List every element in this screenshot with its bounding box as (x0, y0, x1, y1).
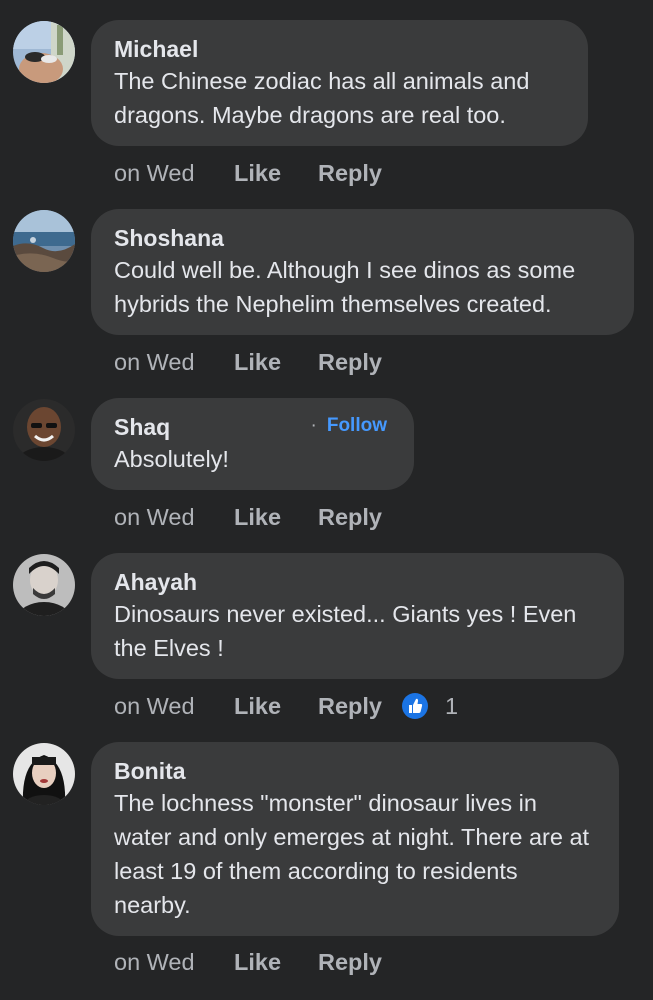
comment-bubble: Shaq Absolutely! · Follow (91, 398, 414, 490)
reply-button[interactable]: Reply (318, 945, 382, 979)
comment-bubble: Michael The Chinese zodiac has all anima… (91, 20, 588, 146)
comment-timestamp[interactable]: on Wed (114, 500, 195, 534)
thumbs-up-icon[interactable] (401, 692, 429, 720)
separator-dot: · (310, 415, 317, 436)
comment-text: The lochness "monster" dinosaur lives in… (114, 790, 590, 918)
follow-button[interactable]: · Follow (311, 413, 387, 439)
avatar[interactable] (13, 399, 75, 461)
comment-author[interactable]: Shoshana (114, 223, 612, 253)
comment-timestamp[interactable]: on Wed (114, 689, 195, 723)
like-button[interactable]: Like (234, 345, 281, 379)
avatar[interactable] (13, 743, 75, 805)
avatar[interactable] (13, 554, 75, 616)
comment-timestamp[interactable]: on Wed (114, 156, 195, 190)
comment-timestamp[interactable]: on Wed (114, 945, 195, 979)
like-button[interactable]: Like (234, 500, 281, 534)
comment-author[interactable]: Bonita (114, 756, 597, 786)
comment-bubble: Shoshana Could well be. Although I see d… (91, 209, 634, 335)
reply-button[interactable]: Reply (318, 500, 382, 534)
reply-button[interactable]: Reply (318, 156, 382, 190)
reply-button[interactable]: Reply (318, 345, 382, 379)
comment-author[interactable]: Michael (114, 34, 566, 64)
comment-bubble: Ahayah Dinosaurs never existed... Giants… (91, 553, 624, 679)
like-button[interactable]: Like (234, 945, 281, 979)
comment-text: The Chinese zodiac has all animals and d… (114, 68, 530, 128)
reply-button[interactable]: Reply (318, 689, 382, 723)
comment-text: Absolutely! (114, 446, 229, 472)
like-button[interactable]: Like (234, 156, 281, 190)
comment-timestamp[interactable]: on Wed (114, 345, 195, 379)
reaction-count[interactable]: 1 (445, 689, 458, 723)
avatar[interactable] (13, 21, 75, 83)
avatar[interactable] (13, 210, 75, 272)
comment-text: Dinosaurs never existed... Giants yes ! … (114, 601, 577, 661)
follow-label: Follow (326, 415, 387, 436)
comment-author[interactable]: Ahayah (114, 567, 602, 597)
like-button[interactable]: Like (234, 689, 281, 723)
comment-bubble: Bonita The lochness "monster" dinosaur l… (91, 742, 619, 936)
comment-text: Could well be. Although I see dinos as s… (114, 257, 576, 317)
